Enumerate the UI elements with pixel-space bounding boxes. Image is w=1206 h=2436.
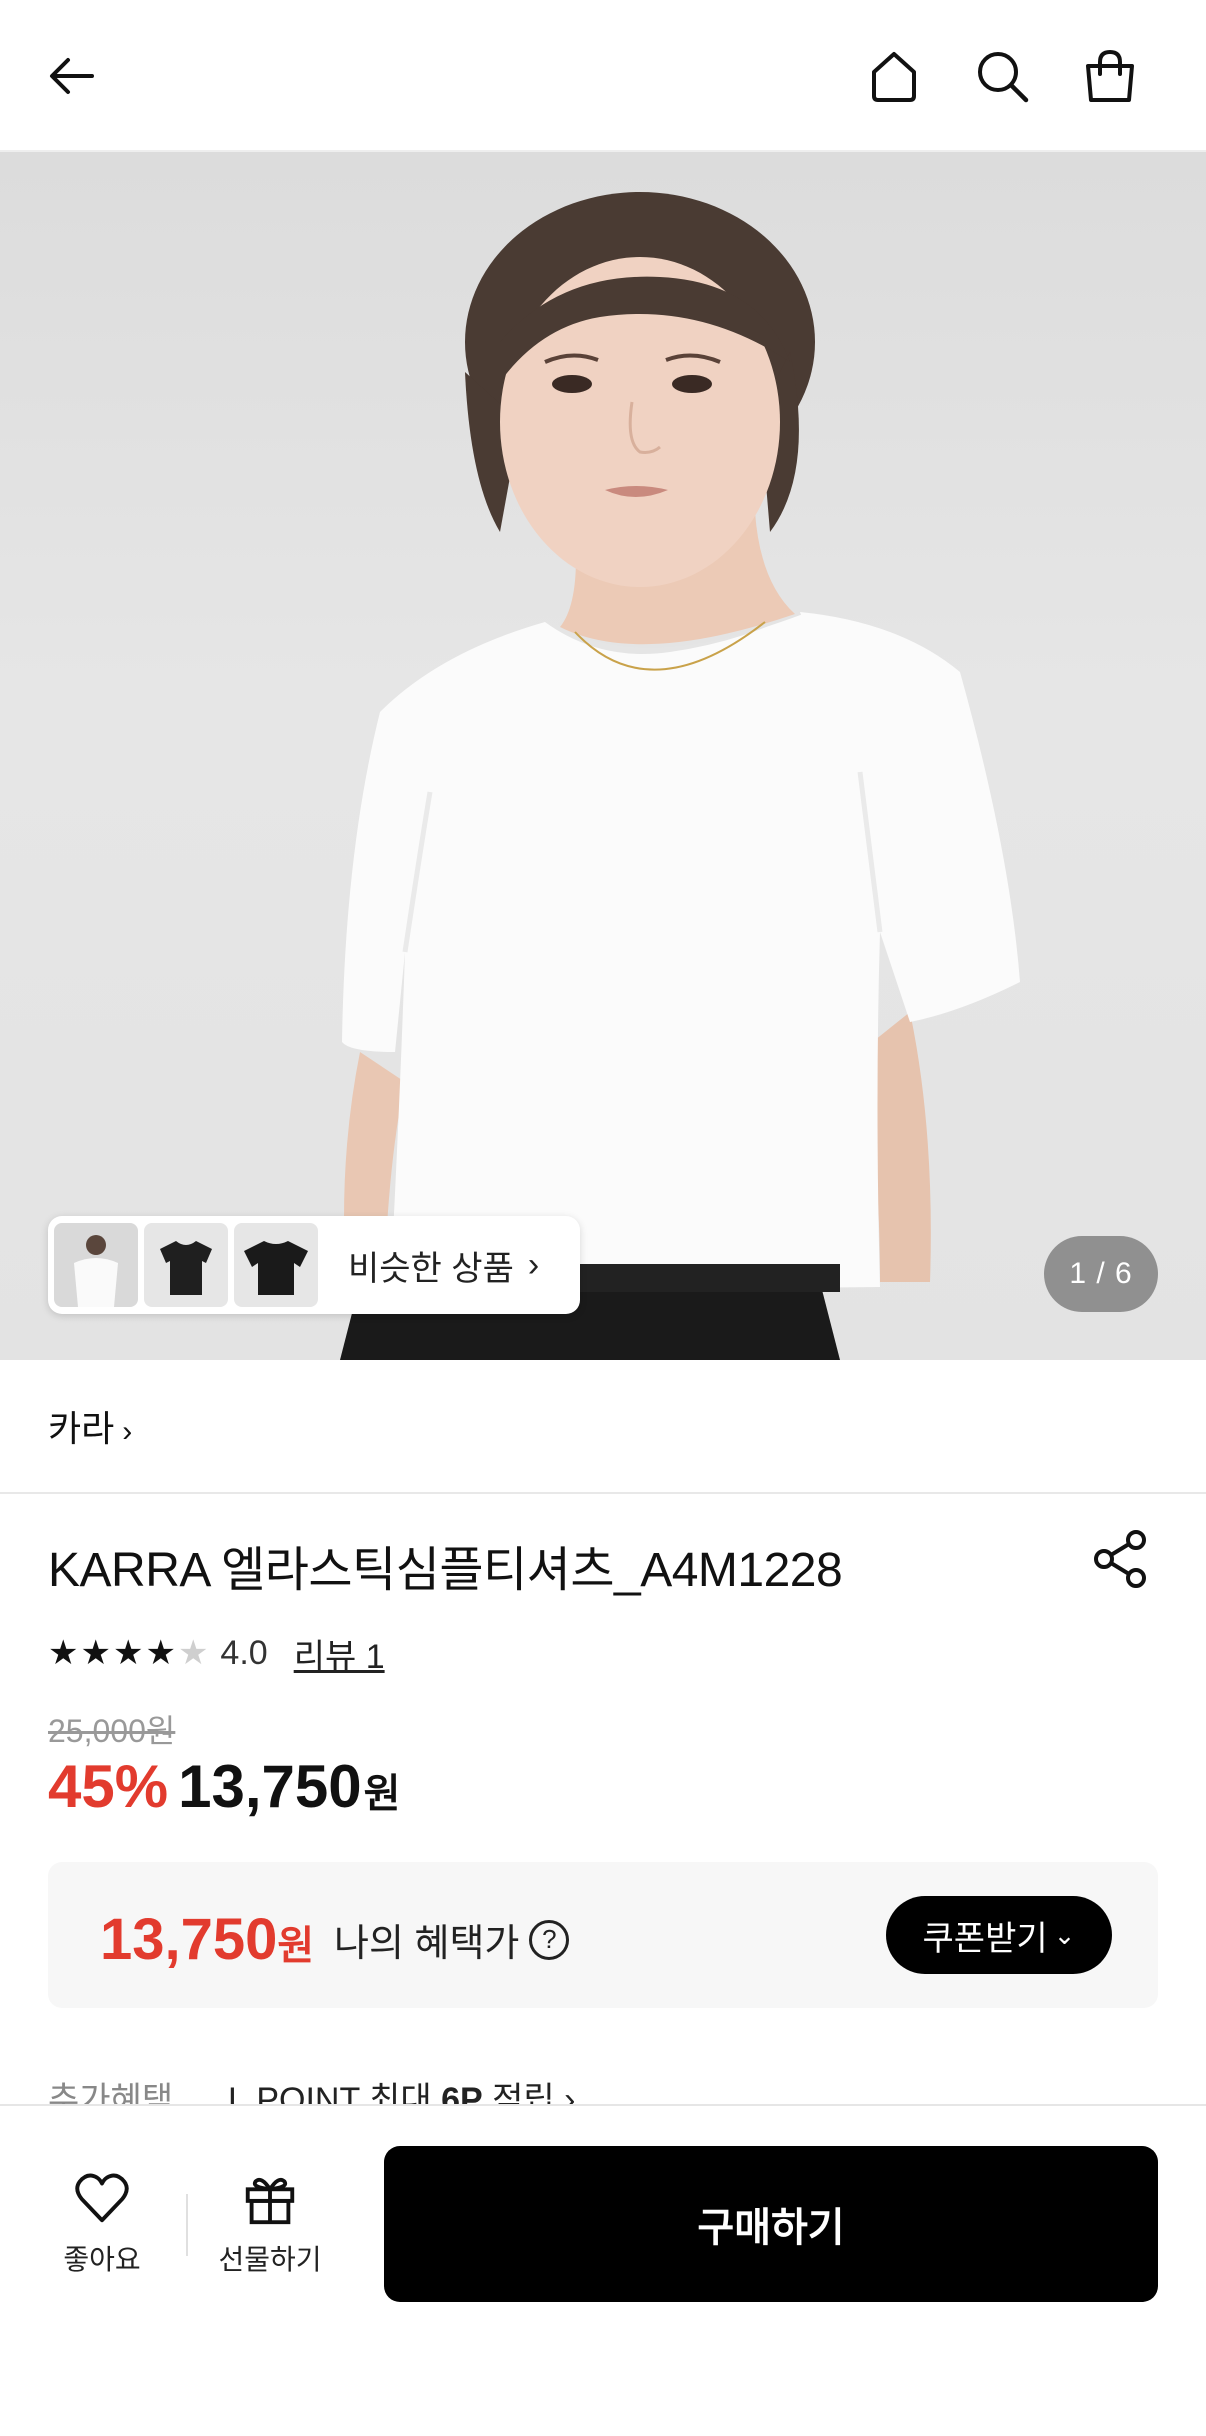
gift-label: 선물하기 bbox=[218, 2244, 322, 2275]
similar-products-label: 비슷한 상품 › bbox=[348, 1241, 539, 1290]
sale-price-unit: 원 bbox=[363, 1772, 401, 1816]
back-button[interactable] bbox=[36, 40, 108, 112]
similar-thumb-black-blouse bbox=[234, 1223, 318, 1307]
similar-products-button[interactable]: 비슷한 상품 › bbox=[48, 1216, 580, 1314]
discount-rate: 45% bbox=[48, 1753, 169, 1820]
get-coupon-button[interactable]: 쿠폰받기 ⌄ bbox=[886, 1896, 1112, 1974]
cart-button[interactable] bbox=[1074, 40, 1146, 112]
star-empty-icon: ★ bbox=[177, 1634, 209, 1672]
rating-stars: ★ ★ ★ ★ ★ bbox=[48, 1636, 210, 1670]
gift-button[interactable]: 선물하기 bbox=[200, 2168, 340, 2278]
chevron-right-icon: › bbox=[527, 1245, 540, 1284]
brand-link[interactable]: 카라 › bbox=[48, 1400, 132, 1452]
benefit-price-value: 13,750 bbox=[100, 1907, 278, 1972]
like-button[interactable]: 좋아요 bbox=[32, 2168, 172, 2278]
similar-thumb-black-tee bbox=[144, 1223, 228, 1307]
price-row: 45% 13,750 원 bbox=[48, 1752, 400, 1821]
bottom-action-bar: 좋아요 선물하기 구매하기 bbox=[0, 2104, 1206, 2436]
star-filled-icon: ★ bbox=[80, 1634, 111, 1672]
benefit-label-text: 나의 혜택가 bbox=[334, 1923, 520, 1965]
product-image-carousel[interactable]: 비슷한 상품 › 1 / 6 bbox=[0, 152, 1206, 1360]
sale-price: 13,750 bbox=[178, 1753, 362, 1820]
home-button[interactable] bbox=[858, 40, 930, 112]
benefit-label: 나의 혜택가 ? bbox=[334, 1912, 570, 1967]
heart-icon bbox=[75, 2173, 129, 2223]
image-counter: 1 / 6 bbox=[1044, 1236, 1158, 1312]
similar-products-text: 비슷한 상품 bbox=[348, 1249, 514, 1288]
buy-button[interactable]: 구매하기 bbox=[384, 2146, 1158, 2302]
rating-value: 4.0 bbox=[220, 1633, 268, 1672]
benefit-price: 13,750원 bbox=[100, 1906, 314, 1973]
divider bbox=[186, 2194, 188, 2256]
chevron-right-icon: › bbox=[122, 1415, 133, 1448]
product-title: KARRA 엘라스틱심플티셔츠_A4M1228 bbox=[48, 1544, 843, 1597]
review-link[interactable]: 리뷰 1 bbox=[294, 1629, 385, 1678]
product-photo bbox=[340, 192, 1020, 1360]
like-label: 좋아요 bbox=[63, 2244, 141, 2275]
chevron-down-icon: ⌄ bbox=[1053, 1919, 1076, 1950]
gift-icon bbox=[245, 2177, 295, 2225]
original-price: 25,000원 bbox=[48, 1713, 176, 1749]
star-filled-icon: ★ bbox=[112, 1634, 144, 1672]
help-icon[interactable]: ? bbox=[529, 1919, 570, 1960]
search-icon bbox=[978, 52, 1029, 103]
arrow-left-icon bbox=[50, 58, 94, 94]
shopping-bag-icon bbox=[1086, 49, 1134, 102]
star-filled-icon: ★ bbox=[48, 1634, 79, 1672]
search-button[interactable] bbox=[966, 40, 1038, 112]
coupon-button-label: 쿠폰받기 bbox=[922, 1919, 1048, 1958]
star-filled-icon: ★ bbox=[145, 1634, 176, 1672]
benefit-price-box: 13,750원 나의 혜택가 ? 쿠폰받기 ⌄ bbox=[48, 1862, 1158, 2008]
share-icon[interactable] bbox=[1088, 1526, 1154, 1592]
rating-row: ★ ★ ★ ★ ★ 4.0 리뷰 1 bbox=[48, 1628, 385, 1678]
top-app-bar bbox=[0, 0, 1206, 152]
similar-thumb-white-tee bbox=[54, 1223, 138, 1307]
brand-name: 카라 bbox=[48, 1408, 115, 1449]
home-icon bbox=[872, 52, 916, 102]
benefit-price-unit: 원 bbox=[277, 1924, 315, 1968]
brand-row: 카라 › bbox=[0, 1360, 1206, 1494]
